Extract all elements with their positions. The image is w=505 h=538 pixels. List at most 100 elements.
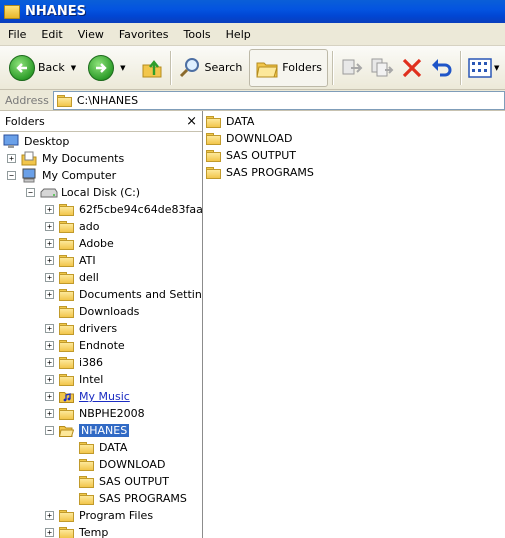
tree-item-download[interactable]: DOWNLOAD — [79, 456, 165, 473]
address-value: C:\NHANES — [76, 93, 139, 107]
tree-item-label: Program Files — [79, 509, 154, 522]
expand-icon[interactable]: + — [45, 324, 54, 333]
window-title: NHANES — [25, 4, 86, 19]
tree-item-label: DOWNLOAD — [99, 458, 166, 471]
menu-help[interactable]: Help — [218, 28, 258, 41]
menu-edit[interactable]: Edit — [33, 28, 69, 41]
search-label: Search — [204, 61, 243, 74]
tree-item-label: Local Disk (C:) — [61, 186, 141, 199]
toolbar-separator — [332, 50, 335, 85]
toolbar-separator — [460, 50, 463, 85]
expand-icon[interactable]: + — [45, 528, 54, 537]
collapse-icon[interactable]: − — [26, 188, 35, 197]
tree-item-ati[interactable]: + ATI — [45, 252, 96, 269]
list-item[interactable]: DATA — [206, 113, 254, 130]
copy-to-button[interactable] — [367, 49, 397, 87]
folder-icon — [56, 94, 72, 107]
tree-item-local-disk[interactable]: − Local Disk (C:) — [26, 184, 140, 201]
tree-item-documents-and-settings[interactable]: + Documents and Settings — [45, 286, 202, 303]
forward-button[interactable]: ▼ — [85, 49, 128, 87]
expand-icon[interactable]: + — [45, 239, 54, 248]
undo-button[interactable] — [427, 49, 457, 87]
tree-item-label: Downloads — [79, 305, 140, 318]
menu-tools[interactable]: Tools — [176, 28, 218, 41]
expand-icon[interactable]: + — [45, 341, 54, 350]
views-button[interactable]: ▼ — [465, 49, 502, 87]
expand-icon[interactable]: + — [45, 290, 54, 299]
tree-item-nhanes[interactable]: − NHANES — [45, 422, 130, 439]
delete-button[interactable] — [397, 49, 427, 87]
tree-item-label: ado — [79, 220, 100, 233]
forward-arrow-icon — [88, 54, 115, 81]
dropdown-arrow-icon[interactable]: ▼ — [71, 64, 76, 72]
expand-icon[interactable]: + — [45, 375, 54, 384]
tree-item-program-files[interactable]: + Program Files — [45, 507, 153, 524]
tree-item-62f5[interactable]: + 62f5cbe94c64de83faab8 — [45, 201, 202, 218]
undo-icon — [432, 58, 452, 76]
search-button[interactable]: Search — [175, 49, 246, 87]
tree-item-label: Endnote — [79, 339, 125, 352]
list-item[interactable]: DOWNLOAD — [206, 130, 292, 147]
expand-icon[interactable]: + — [45, 392, 54, 401]
tree-item-sas-output[interactable]: SAS OUTPUT — [79, 473, 169, 490]
tree-item-nbphe2008[interactable]: + NBPHE2008 — [45, 405, 145, 422]
tree-item-label: DATA — [99, 441, 128, 454]
move-to-button[interactable] — [337, 49, 367, 87]
tree-item-my-music[interactable]: + My Music — [45, 388, 130, 405]
folders-pane-title: Folders — [5, 114, 45, 128]
tree-item-label: dell — [79, 271, 99, 284]
up-button[interactable] — [137, 49, 167, 87]
tree-item-i386[interactable]: + i386 — [45, 354, 103, 371]
expand-icon[interactable]: + — [45, 205, 54, 214]
tree-item-drivers[interactable]: + drivers — [45, 320, 117, 337]
tree-item-label: SAS PROGRAMS — [99, 492, 187, 505]
folder-icon — [4, 4, 20, 19]
back-button[interactable]: Back ▼ — [6, 49, 79, 87]
folder-icon — [59, 357, 74, 369]
tree-item-label: ATI — [79, 254, 96, 267]
folder-icon — [59, 408, 74, 420]
tree-item-sas-programs[interactable]: SAS PROGRAMS — [79, 490, 187, 507]
tree-item-label: My Music — [79, 390, 130, 403]
dropdown-arrow-icon[interactable]: ▼ — [120, 64, 125, 72]
close-icon[interactable]: × — [186, 114, 197, 129]
folders-button[interactable]: Folders — [249, 48, 329, 87]
tree-item-data[interactable]: DATA — [79, 439, 127, 456]
tree-item-my-computer[interactable]: − My Computer — [7, 167, 116, 184]
expand-icon[interactable]: + — [45, 273, 54, 282]
tree-item-desktop[interactable]: Desktop — [3, 133, 69, 150]
tree-item-downloads[interactable]: Downloads — [59, 303, 139, 320]
list-item[interactable]: SAS OUTPUT — [206, 147, 296, 164]
collapse-icon[interactable]: − — [7, 171, 16, 180]
tree-item-my-documents[interactable]: + My Documents — [7, 150, 124, 167]
expand-icon[interactable]: + — [45, 256, 54, 265]
collapse-icon[interactable]: − — [45, 426, 54, 435]
dropdown-arrow-icon[interactable]: ▼ — [494, 64, 499, 72]
tree-item-endnote[interactable]: + Endnote — [45, 337, 125, 354]
toolbar: Back ▼ ▼ Search Folders ▼ — [0, 46, 505, 90]
expand-icon[interactable]: + — [7, 154, 16, 163]
expand-icon[interactable]: + — [45, 358, 54, 367]
folder-icon — [79, 442, 94, 454]
music-folder-icon — [59, 392, 74, 403]
back-label: Back — [38, 61, 65, 74]
tree-item-ado[interactable]: + ado — [45, 218, 99, 235]
tree-item-label: drivers — [79, 322, 118, 335]
menu-file[interactable]: File — [0, 28, 33, 41]
address-field[interactable]: C:\NHANES — [52, 90, 505, 110]
tree-item-temp[interactable]: + Temp — [45, 524, 108, 538]
open-folder-icon — [59, 425, 74, 437]
expand-icon[interactable]: + — [45, 511, 54, 520]
menu-favorites[interactable]: Favorites — [111, 28, 176, 41]
tree-item-label: SAS OUTPUT — [99, 475, 170, 488]
list-item-label: SAS OUTPUT — [226, 149, 297, 162]
menu-view[interactable]: View — [70, 28, 111, 41]
folder-icon — [206, 133, 221, 145]
tree-item-label: Intel — [79, 373, 104, 386]
expand-icon[interactable]: + — [45, 409, 54, 418]
tree-item-intel[interactable]: + Intel — [45, 371, 103, 388]
tree-item-adobe[interactable]: + Adobe — [45, 235, 114, 252]
expand-icon[interactable]: + — [45, 222, 54, 231]
list-item[interactable]: SAS PROGRAMS — [206, 164, 314, 181]
tree-item-dell[interactable]: + dell — [45, 269, 99, 286]
